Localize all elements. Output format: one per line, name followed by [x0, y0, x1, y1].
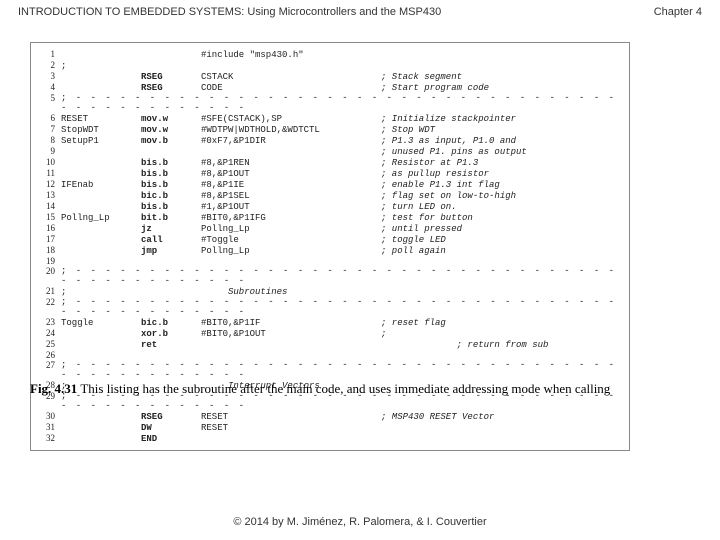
code-line: 11bis.b#8,&P1OUT; as pullup resistor: [33, 168, 623, 179]
code-line: 14bis.b#1,&P1OUT; turn LED on.: [33, 201, 623, 212]
code-line: 30RSEGRESET; MSP430 RESET Vector: [33, 411, 623, 422]
figure-text: This listing has the subroutine after th…: [77, 381, 610, 396]
code-line: 4RSEGCODE; Start program code: [33, 82, 623, 93]
copyright-footer: © 2014 by M. Jiménez, R. Palomera, & I. …: [0, 516, 720, 528]
code-line: 6RESETmov.w#SFE(CSTACK),SP; Initialize s…: [33, 113, 623, 124]
code-line: 19: [33, 256, 623, 266]
divider-line: 27; - - - - - - - - - - - - - - - - - - …: [33, 360, 623, 380]
code-line: 10bis.b#8,&P1REN; Resistor at P1.3: [33, 157, 623, 168]
code-line: 17call#Toggle; toggle LED: [33, 234, 623, 245]
code-line: 16jzPollng_Lp; until pressed: [33, 223, 623, 234]
code-line: 7StopWDTmov.w#WDTPW|WDTHOLD,&WDTCTL; Sto…: [33, 124, 623, 135]
chapter-label: Chapter 4: [654, 6, 702, 18]
divider-line: 20; - - - - - - - - - - - - - - - - - - …: [33, 266, 623, 286]
code-line: 3RSEGCSTACK; Stack segment: [33, 71, 623, 82]
code-line: 2;: [33, 60, 623, 71]
code-line: 15Pollng_Lpbit.b#BIT0,&P1IFG; test for b…: [33, 212, 623, 223]
code-line: 31DWRESET: [33, 422, 623, 433]
page-header: INTRODUCTION TO EMBEDDED SYSTEMS: Using …: [18, 6, 702, 18]
code-line: 8SetupP1mov.b#0xF7,&P1DIR; P1.3 as input…: [33, 135, 623, 146]
code-line: 26: [33, 350, 623, 360]
code-line: 23Togglebic.b#BIT0,&P1IF; reset flag: [33, 317, 623, 328]
divider-line: 22; - - - - - - - - - - - - - - - - - - …: [33, 297, 623, 317]
code-line: 13bic.b#8,&P1SEL; flag set on low-to-hig…: [33, 190, 623, 201]
code-line: 12IFEnabbis.b#8,&P1IE; enable P1.3 int f…: [33, 179, 623, 190]
code-line: 25ret ; return from sub: [33, 339, 623, 350]
figure-number: Fig. 4.31: [30, 381, 77, 396]
code-line: 18jmpPollng_Lp; poll again: [33, 245, 623, 256]
book-title: INTRODUCTION TO EMBEDDED SYSTEMS: Using …: [18, 6, 441, 18]
figure-caption: Fig. 4.31 This listing has the subroutin…: [30, 380, 620, 397]
code-line: 9; unused P1. pins as output: [33, 146, 623, 157]
code-line: 1#include "msp430.h": [33, 49, 623, 60]
code-line: 32END: [33, 433, 623, 444]
code-line: 21; Subroutines: [33, 286, 623, 297]
code-line: 24xor.b#BIT0,&P1OUT;: [33, 328, 623, 339]
divider-line: 5; - - - - - - - - - - - - - - - - - - -…: [33, 93, 623, 113]
